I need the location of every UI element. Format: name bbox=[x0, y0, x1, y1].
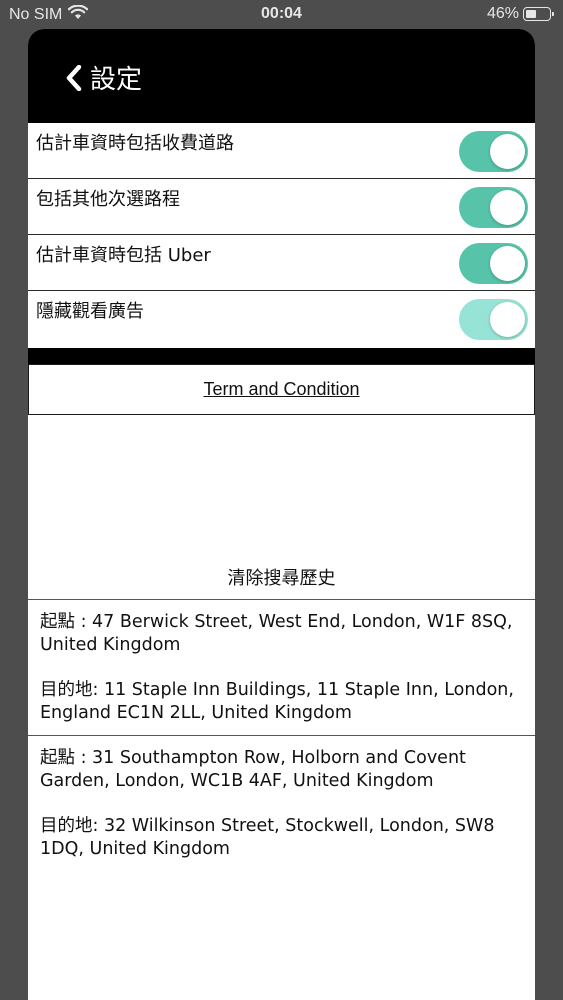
toggle-knob bbox=[490, 190, 525, 225]
history-item[interactable]: 起點 : 47 Berwick Street, West End, London… bbox=[28, 611, 535, 725]
setting-label: 包括其他次選路程 bbox=[36, 189, 180, 210]
toggle-knob bbox=[490, 302, 525, 337]
toggle-knob bbox=[490, 246, 525, 281]
history-destination: 目的地: 11 Staple Inn Buildings, 11 Staple … bbox=[40, 680, 514, 723]
setting-row-hide-ads: 隱藏觀看廣告 bbox=[28, 291, 535, 347]
history-divider bbox=[28, 599, 535, 600]
settings-sheet: 設定 估計車資時包括收費道路 包括其他次選路程 估計車資時包括 Uber 隱藏觀… bbox=[28, 29, 535, 1000]
uber-toggle[interactable] bbox=[459, 243, 528, 284]
setting-row-uber: 估計車資時包括 Uber bbox=[28, 235, 535, 291]
battery-percent: 46% bbox=[486, 5, 519, 22]
history-origin: 起點 : 47 Berwick Street, West End, London… bbox=[40, 612, 513, 655]
setting-label: 估計車資時包括收費道路 bbox=[36, 133, 234, 154]
toll-roads-toggle[interactable] bbox=[459, 131, 528, 172]
setting-label: 估計車資時包括 Uber bbox=[36, 245, 211, 266]
setting-label: 隱藏觀看廣告 bbox=[36, 301, 144, 322]
battery-icon bbox=[523, 7, 554, 21]
nav-header: 設定 bbox=[28, 29, 535, 123]
back-label: 設定 bbox=[90, 65, 143, 95]
history-item[interactable]: 起點 : 31 Southampton Row, Holborn and Cov… bbox=[28, 747, 535, 861]
battery-cap bbox=[552, 12, 554, 16]
history-origin: 起點 : 31 Southampton Row, Holborn and Cov… bbox=[40, 748, 466, 791]
back-button[interactable]: 設定 bbox=[66, 59, 142, 96]
history-destination: 目的地: 32 Wilkinson Street, Stockwell, Lon… bbox=[40, 816, 495, 859]
battery-fill bbox=[526, 10, 536, 18]
toggle-knob bbox=[490, 134, 525, 169]
hide-ads-toggle[interactable] bbox=[459, 299, 528, 340]
status-time: 00:04 bbox=[261, 5, 302, 22]
history-divider bbox=[28, 735, 535, 736]
terms-link[interactable]: Term and Condition bbox=[203, 379, 359, 400]
status-right: 46% bbox=[486, 5, 554, 23]
setting-row-alternative-routes: 包括其他次選路程 bbox=[28, 179, 535, 235]
alternative-routes-toggle[interactable] bbox=[459, 187, 528, 228]
chevron-left-icon bbox=[66, 64, 82, 91]
terms-box: Term and Condition bbox=[28, 364, 535, 415]
status-bar: No SIM 00:04 46% bbox=[0, 0, 563, 30]
clear-history-button[interactable]: 清除搜尋歷史 bbox=[28, 564, 535, 590]
setting-row-toll-roads: 估計車資時包括收費道路 bbox=[28, 123, 535, 179]
section-divider bbox=[28, 348, 535, 364]
